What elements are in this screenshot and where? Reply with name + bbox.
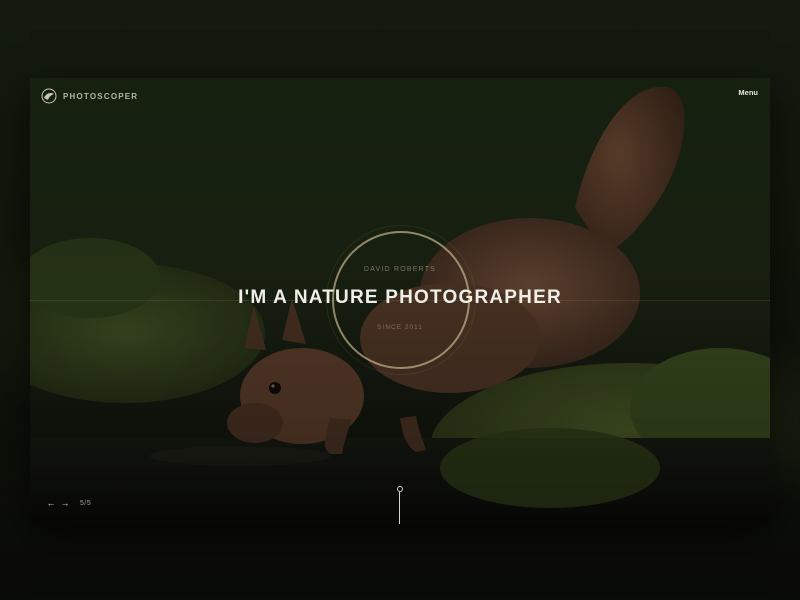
slide-counter: 5/5 — [80, 499, 92, 507]
menu-button[interactable]: Menu — [738, 88, 758, 97]
scroll-line — [399, 492, 400, 524]
arrow-right-icon[interactable]: → — [58, 498, 72, 508]
hero-frame: PHOTOSCOPER Menu DAVID ROBERTS I'M A NAT… — [30, 78, 770, 524]
arrow-left-icon[interactable]: ← — [44, 498, 58, 508]
brand-name: PHOTOSCOPER — [63, 91, 139, 101]
since-label: SINCE 2011 — [377, 324, 423, 331]
photographer-name: DAVID ROBERTS — [363, 266, 437, 273]
scroll-dot — [397, 486, 403, 492]
hero-headline: I'M A NATURE PHOTOGRAPHER — [238, 287, 562, 308]
brand-logo[interactable]: PHOTOSCOPER — [40, 88, 138, 104]
slider-nav: ← → 5/5 — [44, 498, 91, 508]
scroll-down-indicator[interactable] — [396, 486, 404, 524]
bird-logo-icon — [41, 88, 57, 104]
